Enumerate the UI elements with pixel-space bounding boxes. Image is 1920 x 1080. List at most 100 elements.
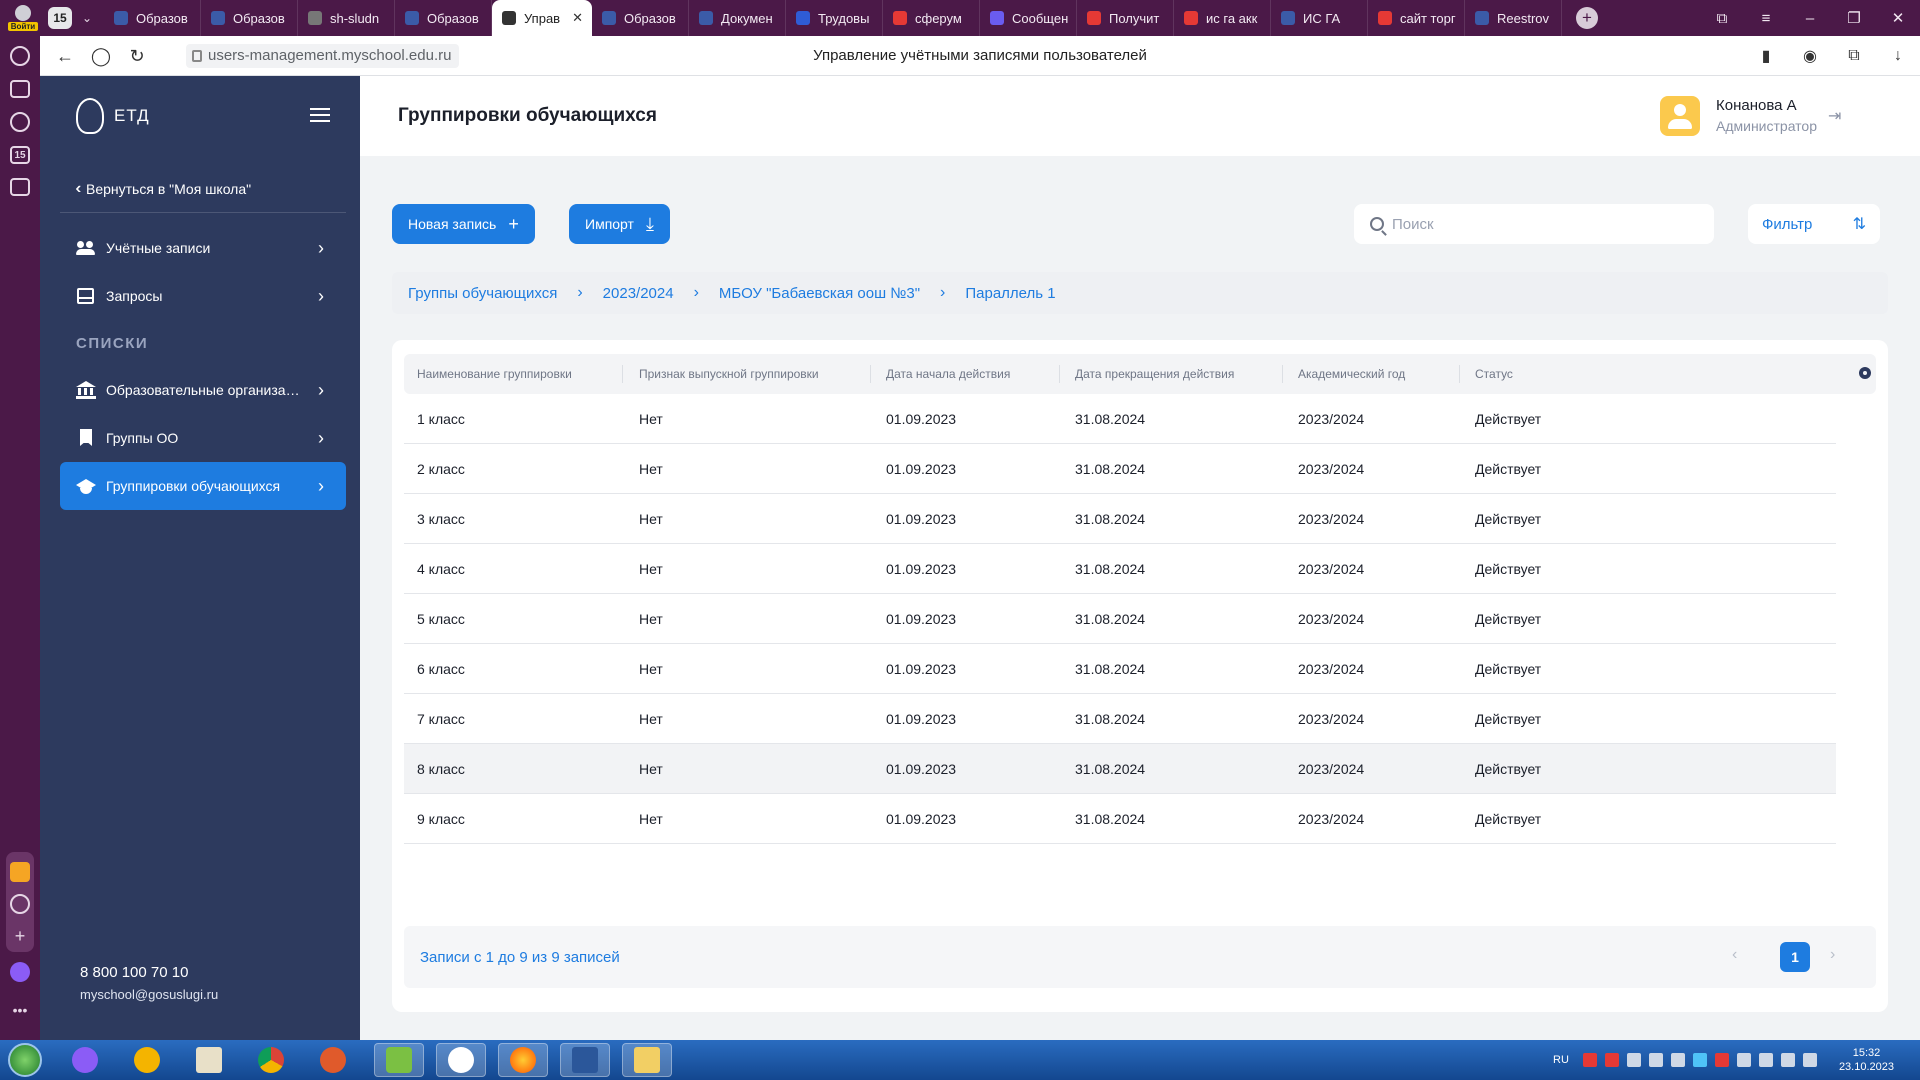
alice-assistant-icon[interactable]: [10, 962, 30, 982]
column-header-academic-year[interactable]: Академический год: [1298, 367, 1405, 381]
calendar-icon[interactable]: 15: [10, 146, 30, 164]
bluetooth-tray-icon[interactable]: [1670, 1053, 1685, 1067]
more-icon[interactable]: •••: [10, 1002, 30, 1022]
pdf-tray-icon[interactable]: [1582, 1053, 1597, 1067]
user-avatar[interactable]: [1660, 96, 1700, 136]
close-tab-icon[interactable]: ✕: [572, 10, 583, 26]
table-row[interactable]: 2 класс Нет 01.09.2023 31.08.2024 2023/2024 Д…: [404, 444, 1836, 494]
column-header-end-date[interactable]: Дата прекращения действия: [1075, 367, 1234, 381]
sidebar-item-student-groupings[interactable]: Группировки обучающихся ›: [60, 462, 346, 510]
browser-menu-icon[interactable]: ≡: [1744, 10, 1788, 27]
volume-tray-icon[interactable]: [1802, 1053, 1817, 1067]
app-logo[interactable]: ЕТД: [76, 98, 150, 134]
table-settings-gear-icon[interactable]: [1859, 367, 1871, 379]
browser-tab[interactable]: Reestrov: [1465, 0, 1562, 36]
browser-tab[interactable]: Образов: [201, 0, 298, 36]
browser-tab[interactable]: ис га акк: [1174, 0, 1271, 36]
keyboard-language[interactable]: RU: [1553, 1054, 1569, 1066]
network-tray-icon[interactable]: [1626, 1053, 1641, 1067]
browser-tab[interactable]: Трудовы: [786, 0, 883, 36]
start-button[interactable]: [8, 1043, 42, 1077]
power-tray-icon[interactable]: [1780, 1053, 1795, 1067]
tab-count-button[interactable]: 15: [48, 7, 72, 29]
bookmark-icon[interactable]: ▮: [1744, 46, 1788, 66]
import-button[interactable]: Импорт ⤓: [569, 204, 670, 244]
browser-tab[interactable]: Сообщен: [980, 0, 1077, 36]
extension-icon[interactable]: ◉: [1788, 46, 1832, 66]
close-window-button[interactable]: ✕: [1876, 9, 1920, 27]
hamburger-menu-icon[interactable]: [310, 108, 330, 122]
add-app-icon[interactable]: +: [10, 926, 30, 946]
pagination-page-button[interactable]: 1: [1780, 942, 1810, 972]
browser-tab[interactable]: Докумен: [689, 0, 786, 36]
reload-icon[interactable]: ↻: [126, 45, 148, 67]
profile-button[interactable]: Войти: [0, 0, 46, 36]
table-row[interactable]: 8 класс Нет 01.09.2023 31.08.2024 2023/2024 Д…: [404, 744, 1836, 794]
taskbar-map-app-icon[interactable]: [374, 1043, 424, 1077]
table-row[interactable]: 1 класс Нет 01.09.2023 31.08.2024 2023/2024 Д…: [404, 394, 1836, 444]
messenger-app-icon[interactable]: [10, 894, 30, 914]
history-icon[interactable]: [10, 46, 30, 66]
collections-add-icon[interactable]: ⧉: [1832, 47, 1876, 65]
yandex-home-icon[interactable]: ◯: [90, 45, 112, 67]
sidebar-item-accounts[interactable]: Учётные записи ›: [60, 224, 346, 272]
table-row[interactable]: 9 класс Нет 01.09.2023 31.08.2024 2023/2024 Д…: [404, 794, 1836, 844]
messenger-tray-icon[interactable]: [1692, 1053, 1707, 1067]
collections-icon[interactable]: [10, 80, 30, 98]
table-row[interactable]: 3 класс Нет 01.09.2023 31.08.2024 2023/2024 Д…: [404, 494, 1836, 544]
browser-tab[interactable]: сайт торг: [1368, 0, 1465, 36]
taskbar-word-icon[interactable]: [560, 1043, 610, 1077]
sidebar-item-requests[interactable]: Запросы ›: [60, 272, 346, 320]
logout-icon[interactable]: ⇥: [1828, 106, 1841, 126]
minimize-button[interactable]: –: [1788, 10, 1832, 27]
search-input[interactable]: Поиск: [1354, 204, 1714, 244]
column-header-name[interactable]: Наименование группировки: [417, 367, 572, 381]
new-record-button[interactable]: Новая запись +: [392, 204, 535, 244]
download-icon[interactable]: ↓: [1876, 47, 1920, 65]
taskbar-chrome-icon[interactable]: [246, 1043, 296, 1077]
taskbar-yandex-browser-icon[interactable]: [436, 1043, 486, 1077]
browser-tab[interactable]: Образов: [104, 0, 201, 36]
browser-tab[interactable]: ИС ГА: [1271, 0, 1368, 36]
table-row[interactable]: 4 класс Нет 01.09.2023 31.08.2024 2023/2024 Д…: [404, 544, 1836, 594]
column-header-start-date[interactable]: Дата начала действия: [886, 367, 1010, 381]
pagination-prev-icon[interactable]: ‹: [1732, 946, 1737, 964]
table-row[interactable]: 7 класс Нет 01.09.2023 31.08.2024 2023/2024 Д…: [404, 694, 1836, 744]
taskbar-explorer-icon[interactable]: [622, 1043, 672, 1077]
browser-tab[interactable]: sh-sludn: [298, 0, 395, 36]
breadcrumb-item[interactable]: Параллель 1: [965, 285, 1055, 302]
filter-button[interactable]: Фильтр ⇅: [1748, 204, 1880, 244]
table-row[interactable]: 5 класс Нет 01.09.2023 31.08.2024 2023/2024 Д…: [404, 594, 1836, 644]
back-to-myschool-link[interactable]: ‹‹ Вернуться в "Моя школа": [76, 180, 251, 198]
support-email[interactable]: myschool@gosuslugi.ru: [80, 987, 218, 1002]
sidebar-item-organizations[interactable]: Образовательные организации ›: [60, 366, 346, 414]
taskbar-sun-app-icon[interactable]: [122, 1043, 172, 1077]
pagination-next-icon[interactable]: ›: [1830, 946, 1835, 964]
column-header-status[interactable]: Статус: [1475, 367, 1513, 381]
url-field[interactable]: users-management.myschool.edu.ru: [186, 44, 460, 68]
restore-button[interactable]: ❐: [1832, 9, 1876, 27]
column-header-graduation[interactable]: Признак выпускной группировки: [639, 367, 819, 381]
sidebar-item-groups[interactable]: Группы ОО ›: [60, 414, 346, 462]
usb-tray-icon[interactable]: [1758, 1053, 1773, 1067]
support-phone[interactable]: 8 800 100 70 10: [80, 964, 218, 981]
browser-tab[interactable]: сферум: [883, 0, 980, 36]
bookmarks-panel-icon[interactable]: ⧉: [1700, 10, 1744, 27]
breadcrumb-item[interactable]: МБОУ "Бабаевская оош №3": [719, 285, 920, 302]
taskbar-alice-icon[interactable]: [60, 1043, 110, 1077]
system-clock[interactable]: 15:32 23.10.2023: [1839, 1046, 1894, 1074]
recorder-tray-icon[interactable]: [1604, 1053, 1619, 1067]
back-arrow-icon[interactable]: ←: [54, 45, 76, 67]
screenshot-icon[interactable]: [10, 178, 30, 196]
new-tab-button[interactable]: +: [1576, 7, 1598, 29]
browser-tab[interactable]: Образов: [395, 0, 492, 36]
breadcrumb-item[interactable]: 2023/2024: [603, 285, 674, 302]
browser-tab[interactable]: Получит: [1077, 0, 1174, 36]
browser-tab[interactable]: Образов: [592, 0, 689, 36]
taskbar-firefox-icon[interactable]: [498, 1043, 548, 1077]
browser-tab-active[interactable]: Управ ✕: [492, 0, 592, 36]
taskbar-notes-icon[interactable]: [184, 1043, 234, 1077]
yandex-tray-icon[interactable]: [1714, 1053, 1729, 1067]
device-tray-icon[interactable]: [1648, 1053, 1663, 1067]
breadcrumb-item[interactable]: Группы обучающихся: [408, 285, 557, 302]
